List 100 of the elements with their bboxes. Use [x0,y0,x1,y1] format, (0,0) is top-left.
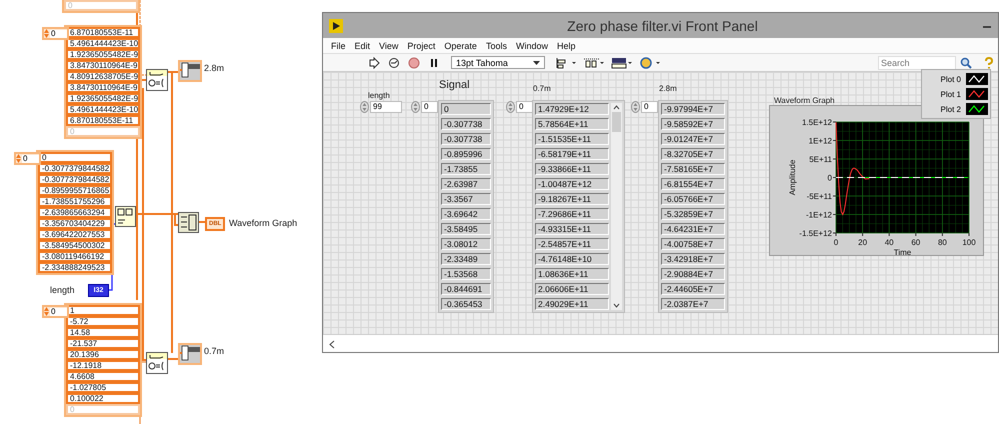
array-element: 20.1396 [66,349,140,360]
menu-item[interactable]: Edit [354,40,370,50]
index-display[interactable]: 0 [641,101,658,113]
search-icon[interactable] [960,56,972,68]
array-element: -2.63987 [441,178,491,190]
tick-label: -5E+11 [806,192,832,201]
wire [199,221,205,223]
legend-label: Plot 1 [940,90,961,98]
reorder-icon[interactable] [639,56,661,68]
menu-item[interactable]: File [331,40,346,50]
search-field[interactable]: Search [878,56,956,70]
legend-label: Plot 0 [940,74,961,84]
indicator-label: 2.8m [204,63,224,73]
array-element: 0.100022 [66,393,140,404]
array-element: 5.4961444423E-10 [66,38,140,49]
array-element: -0.365453 [441,298,491,310]
array-element: 3.84730110964E-9 [66,60,140,71]
array-element: 1.92365055482E-9 [66,49,140,60]
array-element: 6.870180553E-11 [66,115,140,126]
array-element: -5.72 [66,316,140,327]
array-element: -4.00758E+7 [661,238,725,250]
terminal-label: Waveform Graph [229,218,298,228]
array-element: -3.58495 [441,223,491,235]
menu-item[interactable]: Operate [444,40,477,50]
array-indicator-icon [178,343,202,365]
axis-label: Amplitude [788,160,797,196]
bundle-node-icon [178,212,199,233]
scroll-up-icon[interactable] [613,105,620,110]
array-element: 0 [441,103,491,115]
numeric-control[interactable]: 99 [370,101,402,113]
index-display[interactable]: 0 [421,101,438,113]
menu-item[interactable]: Help [556,40,576,50]
abort-icon[interactable] [407,56,421,68]
array-element: -2.334888249523 [38,262,112,273]
scroll-thumb[interactable] [612,112,621,132]
array-element: 0 [66,404,140,415]
scroll-left-icon[interactable] [329,340,335,349]
array-element: -6.58179E+11 [535,148,609,160]
spinner-icon[interactable] [631,101,640,113]
font-dropdown[interactable]: 13pt Tahoma [451,56,545,69]
tick-label: 5E+11 [809,155,832,164]
align-icon[interactable] [555,56,577,68]
array-element: -4.64231E+7 [661,223,725,235]
array-element: -7.58165E+7 [661,163,725,175]
tick-label: 1.5E+12 [802,118,832,127]
menu-item[interactable]: Project [407,40,436,50]
array-element: -0.8959955716865 [38,185,112,196]
array-element: 6.870180553E-11 [66,27,140,38]
array-element: 2.06606E+11 [535,283,609,295]
array-element: -0.844691 [441,283,491,295]
menu-item[interactable]: Tools [486,40,507,50]
array-element: -12.1918 [66,360,140,371]
array-element: 2.49029E+11 [535,298,609,310]
window-title: Zero phase filter.vi Front Panel [566,18,759,34]
array-element: -2.33489 [441,253,491,265]
index-display[interactable]: 0 [516,101,533,113]
array-element: -0.3077379844582 [38,174,112,185]
spinner-icon[interactable] [360,101,369,113]
distribute-icon[interactable] [583,56,605,68]
tick-label: -1E+12 [806,210,832,220]
array-element: -5.32859E+7 [661,208,725,220]
run-icon[interactable] [367,56,381,68]
tick-label: 1E+12 [808,136,832,146]
array-element: -1.73855 [441,163,491,175]
array-label: 2.8m [659,84,677,93]
array-element: 0 [66,126,140,137]
array-element: -21.537 [66,338,140,349]
tick-label: 0 [828,174,832,182]
array-element: -9.18267E+11 [535,193,609,205]
scroll-down-icon[interactable] [613,303,620,308]
array-element: 4.80912638705E-9 [66,71,140,82]
spinner-icon[interactable] [411,101,420,113]
array-element: -3.356703404229 [38,218,112,229]
array-element: -9.58592E+7 [661,118,725,130]
menu-item[interactable]: Window [516,40,548,50]
index-value: 0 [50,308,67,316]
array-element: -9.97994E+7 [661,103,725,115]
array-element: -9.01247E+7 [661,133,725,145]
array-element: 14.58 [66,327,140,338]
array-element: -7.29686E+11 [535,208,609,220]
array-element: 1.47929E+12 [535,103,609,115]
index-value: 0 [22,154,39,162]
array-element: -1.00487E+12 [535,178,609,190]
run-continuously-icon[interactable] [387,56,401,68]
menu-item[interactable]: View [379,40,398,50]
array-element: -0.307738 [441,118,491,130]
array-element: -6.05766E+7 [661,193,725,205]
axis-label: Time [894,248,912,255]
resize-icon[interactable] [611,56,633,68]
array-element: -3.69642 [441,208,491,220]
array-element: -1.53568 [441,268,491,280]
tick-label: 40 [884,238,894,247]
array-element: -3.080119466192 [38,251,112,262]
filter-node-icon [146,352,168,374]
filter-node-icon [146,69,168,91]
tick-label: -1.5E+12 [799,229,832,238]
array-element: -2.90884E+7 [661,268,725,280]
scrollbar[interactable] [611,103,622,310]
caret-icon [533,60,540,64]
spinner-icon[interactable] [506,101,515,113]
